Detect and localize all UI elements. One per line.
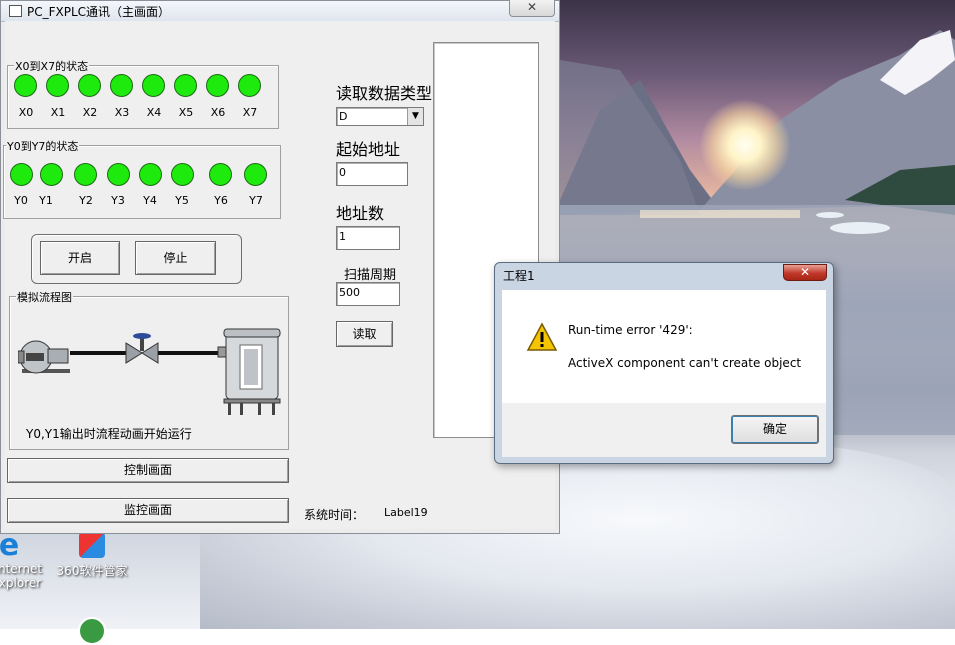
- desktop-icon-label: 360软件管家: [56, 564, 128, 578]
- x-status-group: X0到X7的状态 X0 X1 X2 X3 X4 X5 X6 X7: [7, 58, 279, 129]
- read-type-select[interactable]: D ▼: [336, 107, 424, 126]
- led-label: X5: [178, 106, 194, 119]
- led-label: Y1: [39, 194, 53, 207]
- led-x5: [174, 74, 197, 97]
- valve-icon: [125, 333, 159, 364]
- start-address-label: 起始地址: [336, 140, 401, 159]
- led-label: X3: [114, 106, 130, 119]
- main-close-button[interactable]: ✕: [509, 0, 555, 17]
- led-label: Y3: [111, 194, 125, 207]
- stop-button[interactable]: 停止: [135, 241, 216, 275]
- app-window-icon: [9, 5, 22, 17]
- flow-group-title: 模拟流程图: [16, 289, 73, 305]
- read-type-value: D: [339, 110, 348, 123]
- led-y0: [10, 163, 33, 186]
- system-time-value: Label19: [384, 506, 428, 519]
- led-y7: [244, 163, 267, 186]
- led-x1: [46, 74, 69, 97]
- read-type-label: 读取数据类型: [336, 84, 433, 103]
- led-y6: [209, 163, 232, 186]
- led-x2: [78, 74, 101, 97]
- flow-diagram-group: 模拟流程图 Y0,Y1输出时流程动画开始运行: [9, 289, 289, 450]
- led-x0: [14, 74, 37, 97]
- chevron-down-icon[interactable]: ▼: [407, 108, 423, 125]
- start-address-input[interactable]: 0: [336, 162, 408, 186]
- dialog-body: Run-time error '429': ActiveX component …: [502, 290, 826, 403]
- led-label: Y2: [79, 194, 93, 207]
- led-label: X2: [82, 106, 98, 119]
- control-screen-button[interactable]: 控制画面: [7, 458, 289, 483]
- led-y1: [40, 163, 63, 186]
- led-label: X6: [210, 106, 226, 119]
- led-label: Y7: [249, 194, 263, 207]
- flow-caption: Y0,Y1输出时流程动画开始运行: [26, 427, 192, 441]
- desktop-icon-label: nternet: [0, 562, 43, 576]
- main-client-area: X0到X7的状态 X0 X1 X2 X3 X4 X5 X6 X7 Y0到Y7的状…: [3, 21, 555, 529]
- pipe-left: [70, 351, 126, 355]
- start-button[interactable]: 开启: [40, 241, 120, 275]
- led-y3: [107, 163, 130, 186]
- scan-period-label: 扫描周期: [344, 268, 397, 283]
- desktop-icon-360-software-manager[interactable]: 360软件管家: [54, 532, 130, 579]
- x-group-title: X0到X7的状态: [14, 58, 90, 74]
- dialog-title: 工程1: [503, 269, 535, 283]
- led-label: X4: [146, 106, 162, 119]
- monitor-screen-button[interactable]: 监控画面: [7, 498, 289, 523]
- led-label: Y5: [175, 194, 189, 207]
- sun-glow: [700, 100, 790, 190]
- warning-icon: [526, 322, 558, 351]
- address-count-label: 地址数: [336, 204, 385, 223]
- led-y4: [139, 163, 162, 186]
- error-title: Run-time error '429':: [568, 323, 693, 337]
- flow-diagram: [18, 328, 281, 415]
- main-window: PC_FXPLC通讯（主画面） ✕ X0到X7的状态 X0 X1 X2 X3 X…: [0, 0, 560, 534]
- led-x7: [238, 74, 261, 97]
- desktop-icon-label: xplorer: [0, 576, 42, 590]
- ok-button[interactable]: 确定: [731, 415, 819, 444]
- led-x6: [206, 74, 229, 97]
- desktop-icon-partial[interactable]: [78, 617, 106, 645]
- main-window-title: PC_FXPLC通讯（主画面）: [27, 5, 171, 19]
- led-x4: [142, 74, 165, 97]
- dialog-footer: 确定: [502, 403, 826, 457]
- led-label: Y4: [143, 194, 157, 207]
- led-label: X1: [50, 106, 66, 119]
- led-label: X7: [242, 106, 258, 119]
- main-title-bar[interactable]: PC_FXPLC通讯（主画面）: [1, 1, 559, 22]
- y-status-group: Y0到Y7的状态 Y0 Y1 Y2 Y3 Y4 Y5 Y6 Y7: [3, 138, 281, 219]
- y-group-title: Y0到Y7的状态: [6, 138, 80, 154]
- system-time-label: 系统时间：: [304, 508, 365, 522]
- led-y5: [171, 163, 194, 186]
- led-y2: [74, 163, 97, 186]
- scan-period-input[interactable]: 500: [336, 282, 400, 306]
- pipe-right: [158, 351, 218, 355]
- dialog-close-button[interactable]: ✕: [783, 264, 827, 281]
- start-stop-panel: 开启 停止: [31, 234, 242, 284]
- error-dialog: 工程1 ✕ Run-time error '429': ActiveX comp…: [494, 262, 834, 464]
- error-message: ActiveX component can't create object: [568, 356, 802, 370]
- led-label: Y6: [214, 194, 228, 207]
- read-button[interactable]: 读取: [336, 321, 393, 347]
- led-x3: [110, 74, 133, 97]
- desktop-icon-internet-explorer[interactable]: e nternet xplorer: [0, 528, 46, 591]
- pump-icon: [18, 340, 70, 374]
- address-count-input[interactable]: 1: [336, 226, 400, 250]
- led-label: X0: [18, 106, 34, 119]
- tank-icon: [217, 328, 281, 415]
- 360-software-icon: [79, 532, 105, 558]
- ie-icon: e: [0, 528, 20, 563]
